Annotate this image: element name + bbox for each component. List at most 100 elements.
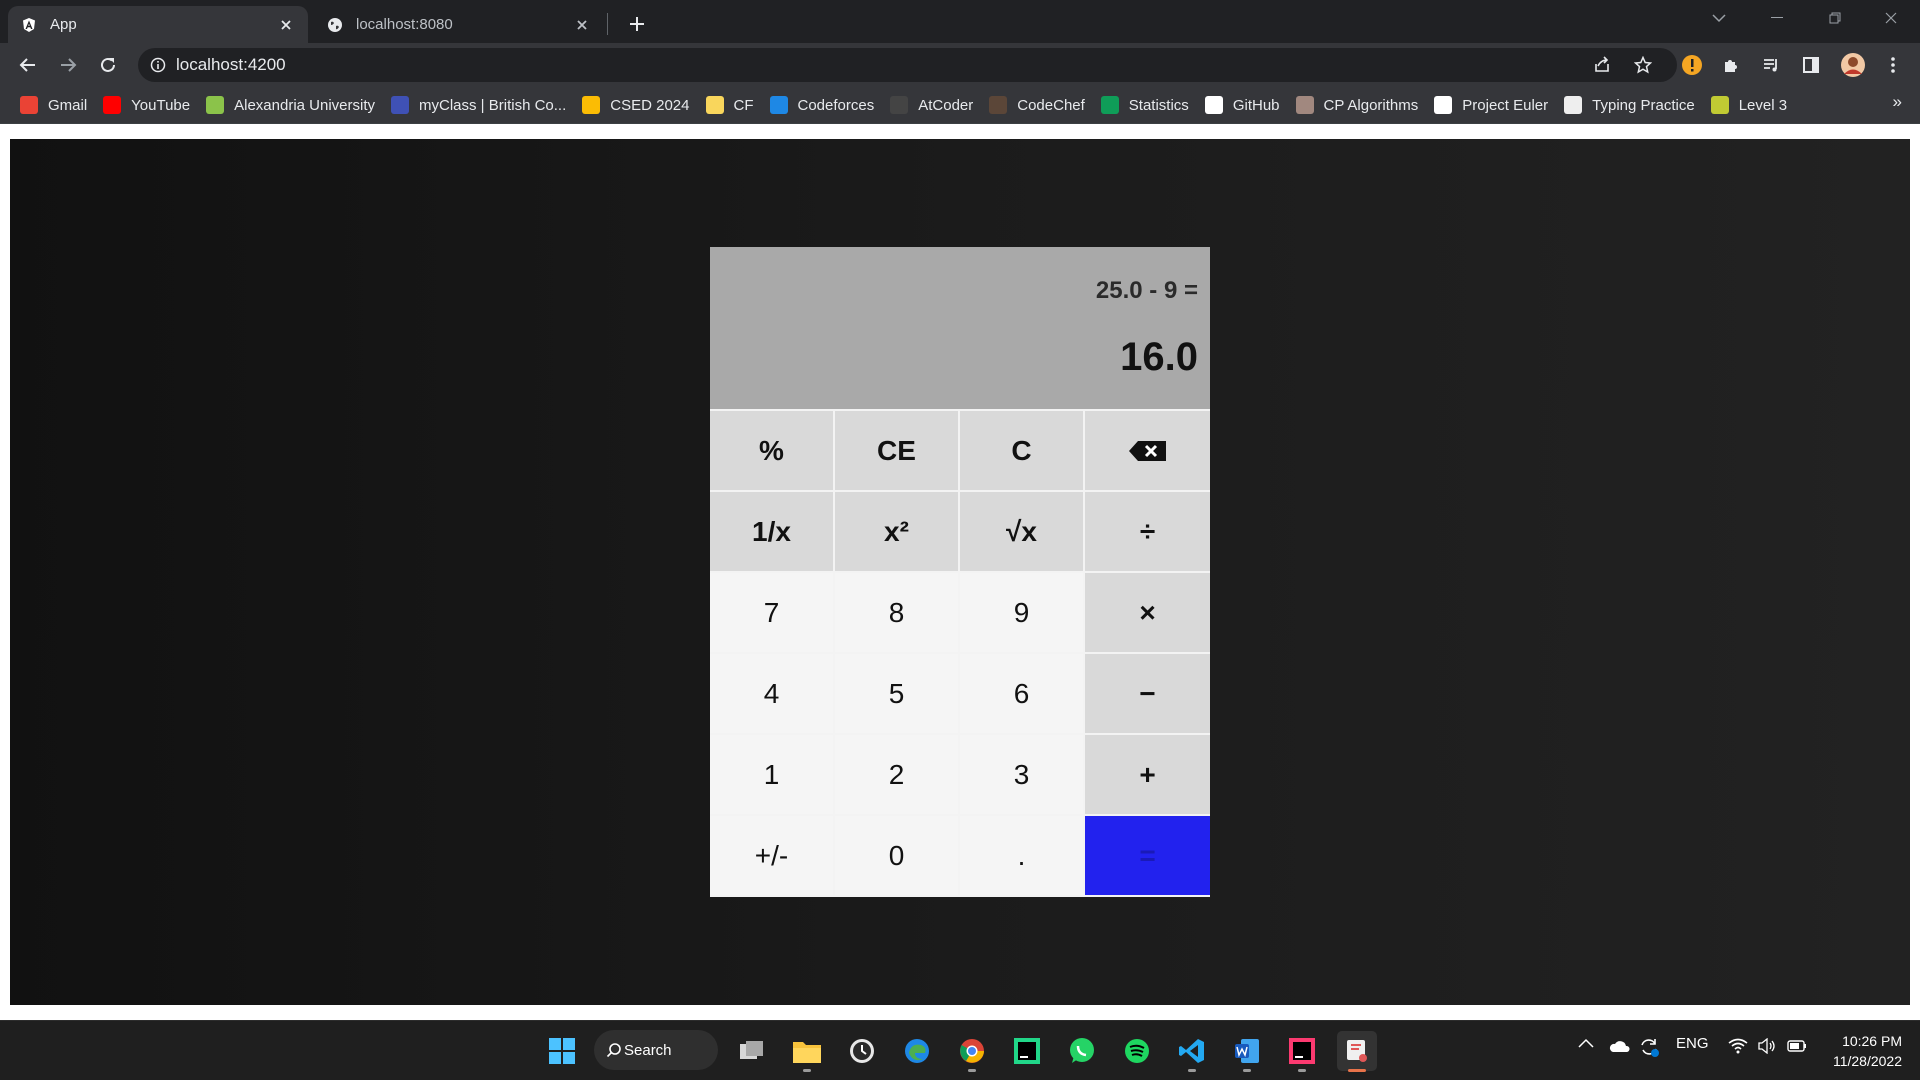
bookmark-project-euler[interactable]: Project Euler — [1428, 91, 1558, 119]
digit-8-key[interactable]: 8 — [835, 573, 960, 654]
chrome-app[interactable] — [952, 1031, 992, 1072]
media-control-button[interactable] — [1757, 51, 1785, 79]
bookmark-myclass-british-co[interactable]: myClass | British Co... — [385, 91, 576, 119]
playlist-icon — [1764, 59, 1777, 72]
bookmark-gmail[interactable]: Gmail — [14, 91, 97, 119]
extensions-button[interactable] — [1717, 51, 1745, 79]
side-panel-button[interactable] — [1797, 51, 1825, 79]
digit-1-key[interactable]: 1 — [710, 735, 835, 816]
divide-key[interactable]: ÷ — [1085, 492, 1210, 573]
percent-key[interactable]: % — [710, 411, 835, 492]
system-clock[interactable]: 10:26 PM 11/28/2022 — [1833, 1031, 1902, 1071]
digit-7-key[interactable]: 7 — [710, 573, 835, 654]
multiply-key[interactable]: × — [1085, 573, 1210, 654]
square-key[interactable]: x² — [835, 492, 960, 573]
address-bar[interactable]: localhost:4200 — [138, 48, 1677, 82]
onedrive-icon[interactable] — [1608, 1039, 1630, 1057]
word-app[interactable] — [1227, 1031, 1267, 1072]
profile-avatar[interactable] — [1839, 51, 1867, 79]
bookmark-cf[interactable]: CF — [700, 91, 764, 119]
digit-3-key[interactable]: 3 — [960, 735, 1085, 816]
key-label: x² — [884, 515, 909, 547]
negate-key[interactable]: +/- — [710, 816, 835, 897]
reload-button[interactable] — [92, 49, 124, 81]
equals-key[interactable]: = — [1085, 816, 1210, 897]
share-button[interactable] — [1588, 51, 1616, 79]
tab-app[interactable]: App — [8, 6, 308, 43]
globe-icon — [326, 16, 344, 34]
task-view-button[interactable] — [732, 1031, 772, 1071]
snipping-tool-app[interactable] — [1337, 1031, 1377, 1072]
language-indicator[interactable]: ENG — [1676, 1035, 1709, 1052]
digit-9-key[interactable]: 9 — [960, 573, 1085, 654]
vscode-app[interactable] — [1172, 1031, 1212, 1072]
whatsapp-app[interactable] — [1062, 1031, 1102, 1071]
decimal-key[interactable]: . — [960, 816, 1085, 897]
windows-icon — [549, 1038, 575, 1064]
result-text: 16.0 — [1120, 335, 1198, 379]
info-icon — [150, 57, 166, 73]
wifi-icon[interactable] — [1728, 1038, 1748, 1058]
bookmarks-overflow-button[interactable]: » — [1893, 92, 1902, 112]
back-button[interactable] — [12, 49, 44, 81]
digit-0-key[interactable]: 0 — [835, 816, 960, 897]
tab-localhost-8080[interactable]: localhost:8080 — [314, 6, 604, 43]
bookmark-cp-algorithms[interactable]: CP Algorithms — [1290, 91, 1429, 119]
word-icon — [1235, 1039, 1259, 1063]
bookmark-star-button[interactable] — [1629, 51, 1657, 79]
spotify-app[interactable] — [1117, 1031, 1157, 1071]
chrome-menu-button[interactable] — [1879, 51, 1907, 79]
bookmark-atcoder[interactable]: AtCoder — [884, 91, 983, 119]
bookmark-csed-2024[interactable]: CSED 2024 — [576, 91, 699, 119]
close-window-button[interactable] — [1862, 0, 1920, 36]
bookmark-statistics[interactable]: Statistics — [1095, 91, 1199, 119]
digit-5-key[interactable]: 5 — [835, 654, 960, 735]
sqrt-key[interactable]: √x — [960, 492, 1085, 573]
bookmark-level-3[interactable]: Level 3 — [1705, 91, 1797, 119]
close-tab-icon[interactable] — [276, 15, 296, 35]
new-tab-button[interactable] — [622, 9, 652, 39]
bookmark-label: Typing Practice — [1592, 96, 1695, 114]
bookmark-codeforces[interactable]: Codeforces — [764, 91, 885, 119]
show-hidden-icons[interactable] — [1578, 1035, 1594, 1052]
digit-4-key[interactable]: 4 — [710, 654, 835, 735]
codeforces-icon — [769, 96, 788, 114]
browser-toolbar: localhost:4200 — [0, 43, 1920, 87]
sync-icon[interactable] — [1638, 1036, 1660, 1062]
close-tab-icon[interactable] — [572, 15, 592, 35]
bookmark-alexandria-university[interactable]: Alexandria University — [200, 91, 385, 119]
bookmark-github[interactable]: GitHub — [1199, 91, 1290, 119]
clear-key[interactable]: C — [960, 411, 1085, 492]
calculator-display: 25.0 - 9 = 16.0 — [710, 247, 1210, 409]
vscode-icon — [1179, 1039, 1204, 1063]
subtract-key[interactable]: − — [1085, 654, 1210, 735]
clear-entry-key[interactable]: CE — [835, 411, 960, 492]
codechef-icon — [989, 96, 1008, 114]
clock-app[interactable] — [842, 1031, 882, 1071]
file-explorer-app[interactable] — [787, 1031, 827, 1072]
bookmark-typing-practice[interactable]: Typing Practice — [1558, 91, 1705, 119]
arrow-left-icon — [19, 58, 35, 72]
bookmark-youtube[interactable]: YouTube — [97, 91, 200, 119]
chevron-up-icon — [1578, 1038, 1594, 1048]
battery-icon[interactable] — [1786, 1038, 1808, 1058]
start-button[interactable] — [542, 1031, 582, 1071]
minimize-button[interactable] — [1748, 0, 1806, 36]
intellij-app[interactable] — [1282, 1031, 1322, 1072]
extension-honey-button[interactable] — [1678, 51, 1706, 79]
forward-button[interactable] — [52, 49, 84, 81]
key-label: C — [1011, 434, 1032, 466]
digit-2-key[interactable]: 2 — [835, 735, 960, 816]
restore-button[interactable] — [1806, 0, 1864, 36]
clion-app[interactable] — [1007, 1031, 1047, 1071]
reciprocal-key[interactable]: 1/x — [710, 492, 835, 573]
backspace-key[interactable] — [1085, 411, 1210, 492]
bookmark-label: CF — [733, 96, 754, 114]
add-key[interactable]: + — [1085, 735, 1210, 816]
digit-6-key[interactable]: 6 — [960, 654, 1085, 735]
bookmark-codechef[interactable]: CodeChef — [983, 91, 1095, 119]
edge-app[interactable] — [897, 1031, 937, 1071]
volume-icon[interactable] — [1757, 1037, 1777, 1058]
taskbar-search[interactable]: Search — [594, 1030, 718, 1070]
tab-search-button[interactable] — [1690, 0, 1748, 36]
